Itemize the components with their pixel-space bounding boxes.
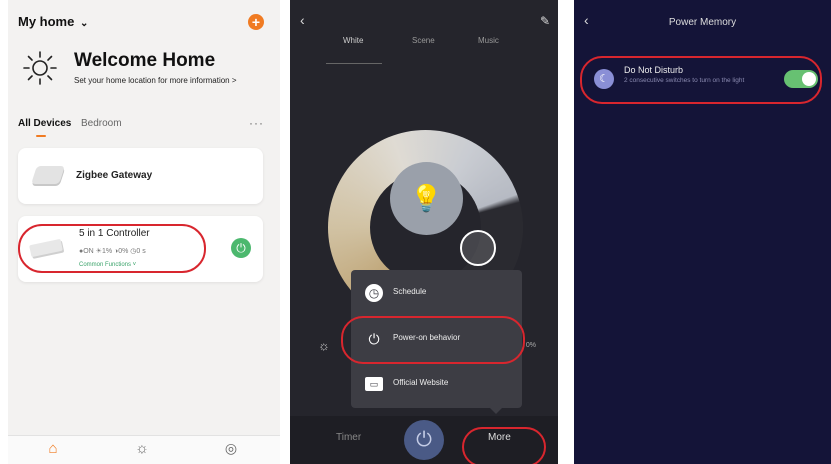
menu-item-label: Official Website	[393, 378, 449, 387]
timer-button[interactable]: Timer	[336, 432, 361, 443]
clock-icon: ◷	[365, 284, 383, 302]
highlight-ring	[462, 427, 546, 464]
brightness-icon: ☼	[318, 338, 330, 353]
device-name: Zigbee Gateway	[76, 170, 153, 181]
tab-all-devices[interactable]: All Devices	[18, 118, 71, 129]
tab-scene[interactable]: Scene	[412, 36, 435, 45]
active-tab-indicator	[326, 63, 382, 64]
nav-me-icon[interactable]: ◎	[221, 440, 241, 457]
gateway-icon	[31, 166, 65, 184]
power-memory-screen: ‹ Power Memory ☾ Do Not Disturb 2 consec…	[574, 0, 831, 464]
bottom-nav: ⌂ ☼ ◎	[8, 435, 280, 464]
nav-home-icon[interactable]: ⌂	[43, 440, 63, 457]
room-tabs: All Devices Bedroom ···	[18, 116, 270, 138]
brightness-value: 0%	[525, 342, 536, 349]
home-title: My home	[18, 14, 75, 29]
page-title: Power Memory	[668, 17, 737, 28]
wheel-handle[interactable]	[460, 230, 496, 266]
nav-scene-icon[interactable]: ☼	[132, 440, 152, 457]
tab-music[interactable]: Music	[478, 36, 499, 45]
tab-bedroom[interactable]: Bedroom	[81, 118, 122, 129]
power-button[interactable]: ⏻	[404, 420, 444, 460]
menu-item-label: Schedule	[393, 287, 427, 296]
highlight-ring	[580, 56, 822, 104]
highlight-ring	[341, 316, 525, 364]
highlight-ring	[18, 224, 206, 273]
edit-icon[interactable]: ✎	[540, 14, 550, 28]
home-selector[interactable]: My home ⌄	[18, 14, 88, 29]
bulb-icon[interactable]: 💡	[390, 162, 463, 235]
back-icon[interactable]: ‹	[300, 12, 305, 28]
light-control-screen: ‹ ✎ White Scene Music 💡 ☼ 0% ◷ Schedule …	[290, 0, 558, 464]
menu-item-schedule[interactable]: ◷ Schedule	[365, 282, 515, 304]
welcome-title: Welcome Home	[74, 50, 216, 71]
home-screen: My home ⌄ + Welcome Home Set your home l…	[8, 0, 280, 464]
active-tab-indicator	[36, 135, 46, 137]
sun-icon	[23, 51, 57, 85]
browser-icon: ▭	[365, 377, 383, 391]
welcome-subtitle[interactable]: Set your home location for more informat…	[74, 76, 237, 85]
power-toggle-button[interactable]: ⏻	[231, 238, 251, 258]
chevron-down-icon: ⌄	[79, 18, 89, 29]
popup-arrow	[489, 407, 503, 414]
device-card-gateway[interactable]: Zigbee Gateway	[18, 148, 263, 204]
add-device-button[interactable]: +	[248, 14, 264, 30]
menu-item-official-website[interactable]: ▭ Official Website	[365, 373, 515, 395]
mode-tabs: White Scene Music	[290, 36, 558, 64]
more-icon[interactable]: ···	[249, 116, 264, 130]
tab-white[interactable]: White	[343, 36, 363, 45]
